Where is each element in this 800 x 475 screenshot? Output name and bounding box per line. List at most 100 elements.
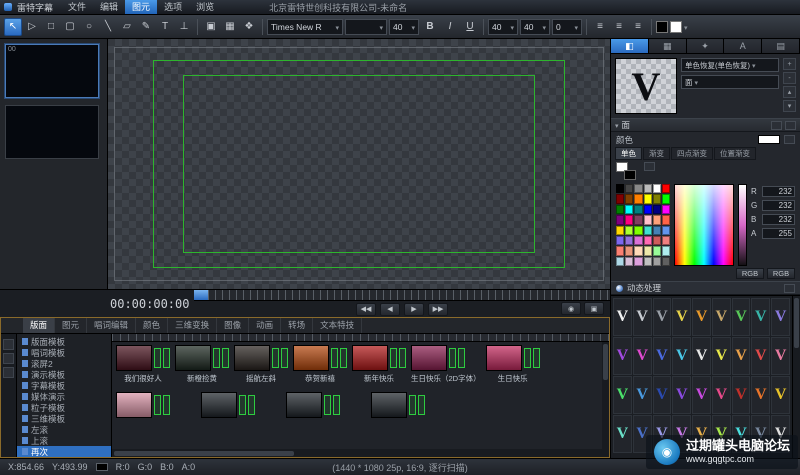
- palette-swatch[interactable]: [634, 257, 642, 266]
- color-space-button[interactable]: RGB: [736, 268, 764, 279]
- style-preset[interactable]: V: [692, 298, 711, 336]
- prev-frame-button[interactable]: ◀: [380, 303, 400, 316]
- palette-swatch[interactable]: [644, 205, 652, 214]
- style-preset[interactable]: V: [613, 298, 632, 336]
- tree-item[interactable]: 三维模板: [17, 413, 111, 424]
- color-mode-tab[interactable]: 渐变: [643, 147, 670, 160]
- direct-select-tool-icon[interactable]: ▷: [23, 18, 41, 36]
- dynamics-row[interactable]: 动态处理: [611, 281, 800, 295]
- palette-swatch[interactable]: [662, 236, 670, 245]
- align-center-icon[interactable]: ≡: [610, 18, 628, 36]
- tab-library[interactable]: ▤: [762, 39, 800, 53]
- strip-button[interactable]: [3, 353, 14, 364]
- output-preview-button[interactable]: ▣: [584, 302, 604, 315]
- go-start-button[interactable]: ◀◀: [356, 303, 376, 316]
- polygon-tool-icon[interactable]: ▱: [118, 18, 136, 36]
- style-preset[interactable]: V: [692, 376, 711, 414]
- menu-item[interactable]: 浏览: [189, 0, 221, 14]
- palette-swatch[interactable]: [634, 246, 642, 255]
- bottom-tab[interactable]: 图像: [217, 318, 249, 333]
- palette-swatch[interactable]: [662, 257, 670, 266]
- palette-swatch[interactable]: [662, 226, 670, 235]
- tree-item[interactable]: 滚屏2: [17, 358, 111, 369]
- style-preset[interactable]: V: [732, 376, 751, 414]
- palette-swatch[interactable]: [634, 184, 642, 193]
- palette-swatch[interactable]: [634, 236, 642, 245]
- move-down-button[interactable]: ▾: [783, 100, 796, 112]
- tab-effects[interactable]: ✦: [687, 39, 725, 53]
- palette-swatch[interactable]: [625, 194, 633, 203]
- palette-swatch[interactable]: [625, 257, 633, 266]
- channel-value[interactable]: 232: [762, 200, 795, 211]
- palette-swatch[interactable]: [616, 184, 624, 193]
- palette-swatch[interactable]: [634, 194, 642, 203]
- eyedropper-icon[interactable]: [644, 162, 655, 171]
- style-preset[interactable]: V: [653, 298, 672, 336]
- color-option-icon[interactable]: [784, 135, 795, 144]
- palette-swatch[interactable]: [644, 184, 652, 193]
- style-preset[interactable]: V: [653, 337, 672, 375]
- timeline-hscrollbar[interactable]: [112, 449, 609, 457]
- tree-item[interactable]: 字幕模板: [17, 380, 111, 391]
- tree-item[interactable]: 唱词模板: [17, 347, 111, 358]
- timeline-vscrollbar[interactable]: [602, 342, 609, 449]
- palette-swatch[interactable]: [644, 215, 652, 224]
- style-preset[interactable]: V: [613, 337, 632, 375]
- line-spacing-select[interactable]: 40: [520, 19, 550, 35]
- strip-button[interactable]: [3, 367, 14, 378]
- fill-color-swatch[interactable]: [656, 21, 668, 33]
- style-preset[interactable]: V: [672, 337, 691, 375]
- timeline-clip[interactable]: 生日快乐: [486, 345, 540, 384]
- bottom-tab[interactable]: 转场: [281, 318, 313, 333]
- text-tool-icon[interactable]: T: [156, 18, 174, 36]
- section-option-icon[interactable]: [771, 121, 782, 130]
- align-right-icon[interactable]: ≡: [629, 18, 647, 36]
- palette-swatch[interactable]: [653, 215, 661, 224]
- add-button[interactable]: +: [783, 58, 796, 70]
- style-preset[interactable]: V: [613, 415, 632, 453]
- brightness-slider[interactable]: [738, 184, 747, 266]
- palette-swatch[interactable]: [616, 215, 624, 224]
- palette-swatch[interactable]: [653, 236, 661, 245]
- ellipse-tool-icon[interactable]: ○: [80, 18, 98, 36]
- style-preset[interactable]: V: [771, 298, 790, 336]
- bottom-tab[interactable]: 三维变换: [168, 318, 217, 333]
- tree-item[interactable]: 再次: [17, 446, 111, 457]
- style-preset[interactable]: V: [633, 298, 652, 336]
- color-mode-tab[interactable]: 四点渐变: [671, 147, 713, 160]
- arrange-tool-icon[interactable]: ❖: [240, 18, 258, 36]
- palette-swatch[interactable]: [644, 236, 652, 245]
- palette-swatch[interactable]: [644, 257, 652, 266]
- tree-item[interactable]: 粒子模板: [17, 402, 111, 413]
- palette-swatch[interactable]: [634, 215, 642, 224]
- timeline-clip[interactable]: [116, 392, 170, 420]
- rotation-select[interactable]: 0: [552, 19, 582, 35]
- page-thumbnail[interactable]: [5, 105, 99, 159]
- channel-value[interactable]: 232: [762, 214, 795, 225]
- face-target-select[interactable]: 面: [681, 75, 779, 89]
- rect-tool-icon[interactable]: □: [42, 18, 60, 36]
- tree-item[interactable]: 版面模板: [17, 336, 111, 347]
- tab-font[interactable]: A: [724, 39, 762, 53]
- palette-swatch[interactable]: [644, 226, 652, 235]
- bottom-tab[interactable]: 图元: [55, 318, 87, 333]
- timeline-clip[interactable]: 新橙捡黄: [175, 345, 229, 384]
- palette-swatch[interactable]: [625, 184, 633, 193]
- palette-swatch[interactable]: [644, 246, 652, 255]
- palette-swatch[interactable]: [616, 257, 624, 266]
- menu-item[interactable]: 图元: [125, 0, 157, 14]
- style-preset[interactable]: V: [672, 298, 691, 336]
- bottom-tab[interactable]: 文本特技: [313, 318, 362, 333]
- palette-swatch[interactable]: [616, 194, 624, 203]
- color-mode-tab[interactable]: 单色: [615, 147, 642, 160]
- strip-button[interactable]: [3, 339, 14, 350]
- line-tool-icon[interactable]: ╲: [99, 18, 117, 36]
- timeline-clip[interactable]: 恭贺新禧: [293, 345, 347, 384]
- palette-swatch[interactable]: [616, 246, 624, 255]
- palette-swatch[interactable]: [625, 205, 633, 214]
- rounded-rect-tool-icon[interactable]: ▢: [61, 18, 79, 36]
- tab-texture[interactable]: ▦: [649, 39, 687, 53]
- select-tool-icon[interactable]: ↖: [4, 18, 22, 36]
- foreground-background-swatches[interactable]: [616, 162, 636, 180]
- timeline-clip[interactable]: [201, 392, 255, 420]
